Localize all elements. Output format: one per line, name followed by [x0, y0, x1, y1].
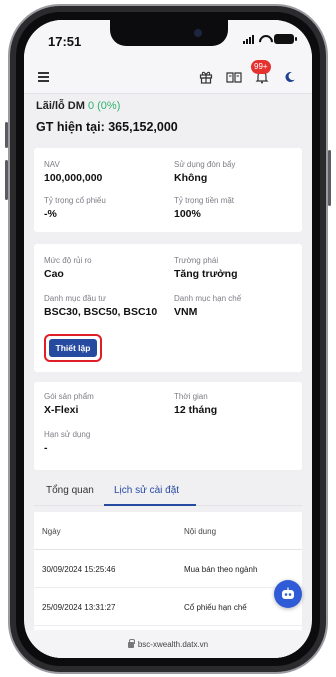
wifi-icon — [258, 34, 270, 44]
profit-loss-line: Lãi/lỗ DM 0 (0%) — [36, 100, 304, 112]
duration-label: Thời gian — [174, 392, 208, 401]
expiry-label: Hạn sử dụng — [44, 430, 91, 439]
chatbot-button[interactable] — [274, 580, 302, 608]
app-header: 99+ — [24, 60, 312, 94]
column-header-date: Ngày — [42, 527, 61, 536]
notification-bell[interactable]: 99+ — [251, 60, 271, 85]
lock-icon — [127, 639, 135, 648]
leverage-value: Không — [174, 172, 208, 184]
status-icons — [243, 34, 297, 44]
volume-up-button — [5, 122, 8, 148]
tab-overview[interactable]: Tổng quan — [46, 485, 94, 496]
expiry-cell: Hạn sử dụng - — [44, 430, 164, 454]
profit-loss-label: Lãi/lỗ DM — [36, 100, 85, 112]
table-row[interactable]: 25/09/2024 13:31:27 Cổ phiếu hạn chế — [34, 588, 302, 626]
row-date: 30/09/2024 15:25:46 — [42, 565, 116, 574]
setup-button-highlight: Thiết lập — [44, 334, 102, 362]
header-actions: 99+ — [198, 60, 298, 85]
portfolio-label: Danh mục đầu tư — [44, 294, 106, 303]
stock-ratio-cell: Tỷ trọng cổ phiếu -% — [44, 196, 164, 220]
status-bar: 17:51 — [24, 20, 312, 60]
package-cell: Gói sản phẩm X-Flexi — [44, 392, 164, 416]
expiry-value: - — [44, 442, 48, 454]
package-label: Gói sản phẩm — [44, 392, 94, 401]
risk-level-label: Mức độ rủi ro — [44, 256, 92, 265]
signal-icon — [243, 34, 254, 44]
tab-settings-history[interactable]: Lịch sử cài đặt — [114, 485, 179, 496]
portfolio-summary: Lãi/lỗ DM 0 (0%) GT hiện tại: 365,152,00… — [36, 100, 304, 134]
restricted-list-cell: Danh mục hạn chế VNM — [174, 294, 294, 318]
investment-style-value: Tăng trưởng — [174, 268, 238, 280]
profit-loss-value: 0 (0%) — [87, 100, 121, 112]
risk-card: Mức độ rủi ro Cao Trường phái Tăng trưởn… — [34, 244, 302, 372]
risk-level-value: Cao — [44, 268, 64, 280]
cash-ratio-value: 100% — [174, 208, 201, 220]
camera-icon — [194, 29, 202, 37]
nav-value: 100,000,000 — [44, 172, 103, 184]
cash-ratio-label: Tỷ trọng tiền mặt — [174, 196, 235, 205]
column-header-content: Nội dung — [184, 527, 217, 536]
phone-screen: 17:51 99+ Lãi/lỗ DM 0 (0%) GT hiện tại: … — [24, 20, 312, 658]
product-card: Gói sản phẩm X-Flexi Thời gian 12 tháng … — [34, 382, 302, 470]
gift-icon[interactable] — [198, 69, 214, 85]
cash-ratio-cell: Tỷ trọng tiền mặt 100% — [174, 196, 294, 220]
browser-address-bar[interactable]: bsc-xwealth.datx.vn — [24, 630, 312, 658]
status-time: 17:51 — [48, 34, 82, 49]
browser-url: bsc-xwealth.datx.vn — [137, 639, 209, 649]
nav-cell: NAV 100,000,000 — [44, 160, 164, 184]
restricted-list-label: Danh mục hạn chế — [174, 294, 242, 303]
hamburger-menu-icon[interactable] — [38, 72, 49, 82]
stock-ratio-value: -% — [44, 208, 57, 220]
investment-style-label: Trường phái — [174, 256, 219, 265]
duration-cell: Thời gian 12 tháng — [174, 392, 294, 416]
current-value-amount: 365,152,000 — [108, 120, 178, 134]
risk-level-cell: Mức độ rủi ro Cao — [44, 256, 164, 280]
investment-style-cell: Trường phái Tăng trưởng — [174, 256, 294, 280]
detail-tabs: Tổng quan Lịch sử cài đặt — [34, 474, 302, 506]
table-row[interactable]: 30/09/2024 15:25:46 Mua bán theo ngành — [34, 550, 302, 588]
leverage-cell: Sử dụng đòn bẩy Không — [174, 160, 294, 184]
leverage-label: Sử dụng đòn bẩy — [174, 160, 236, 169]
notification-badge: 99+ — [251, 60, 271, 74]
current-value-label: GT hiện tại: — [36, 120, 105, 134]
restricted-list-value: VNM — [174, 306, 198, 318]
package-value: X-Flexi — [44, 404, 79, 416]
nav-label: NAV — [44, 160, 60, 169]
power-button — [328, 150, 331, 206]
active-tab-indicator — [104, 504, 196, 506]
row-content: Mua bán theo ngành — [184, 565, 258, 574]
row-date: 25/09/2024 13:31:27 — [42, 603, 116, 612]
battery-icon — [274, 34, 297, 44]
book-icon[interactable] — [226, 69, 242, 85]
robot-icon — [282, 587, 294, 599]
volume-down-button — [5, 160, 8, 200]
duration-value: 12 tháng — [174, 404, 218, 416]
row-content: Cổ phiếu hạn chế — [184, 603, 247, 612]
current-value-line: GT hiện tại: 365,152,000 — [36, 120, 304, 134]
notch — [110, 20, 228, 46]
table-header: Ngày Nội dung — [34, 512, 302, 550]
stock-ratio-label: Tỷ trọng cổ phiếu — [44, 196, 106, 205]
dark-mode-moon-icon[interactable] — [282, 69, 298, 85]
setup-button[interactable]: Thiết lập — [49, 339, 97, 357]
portfolio-value: BSC30, BSC50, BSC10 — [44, 306, 158, 318]
portfolio-cell: Danh mục đầu tư BSC30, BSC50, BSC10 — [44, 294, 164, 318]
nav-card: NAV 100,000,000 Sử dụng đòn bẩy Không Tỷ… — [34, 148, 302, 232]
